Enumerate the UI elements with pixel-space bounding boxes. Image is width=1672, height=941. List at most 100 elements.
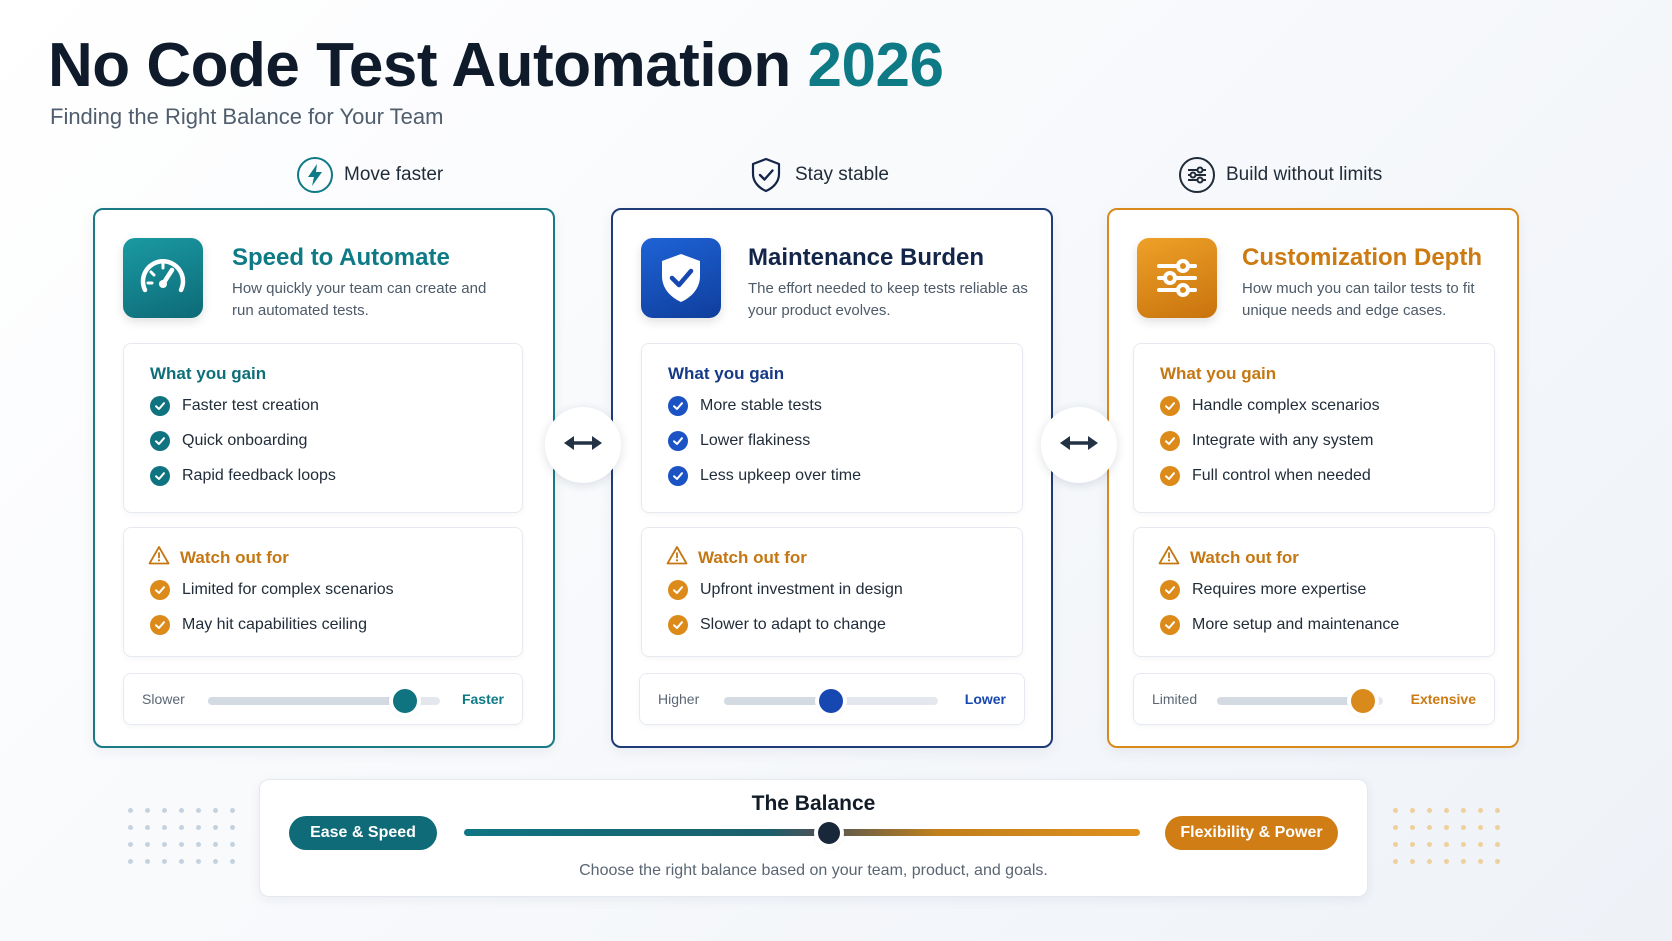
list-item-label: Integrate with any system: [1192, 432, 1374, 449]
shield-check-icon: [641, 238, 721, 318]
list-item: Full control when needed: [1160, 466, 1371, 486]
speed-slider[interactable]: Slower Faster: [123, 673, 523, 725]
sliders-icon: [1137, 238, 1217, 318]
slider-track[interactable]: [1217, 689, 1383, 713]
decorative-dot: [1427, 808, 1432, 813]
check-icon: [150, 615, 170, 635]
check-icon: [668, 466, 688, 486]
decorative-dot: [179, 808, 184, 813]
column-heading-stay-stable: Stay stable: [747, 156, 889, 194]
check-icon: [668, 431, 688, 451]
slider-knob[interactable]: [819, 689, 843, 713]
list-item: Upfront investment in design: [668, 580, 903, 600]
slider-min-label: Slower: [142, 691, 185, 707]
decorative-dot: [1478, 859, 1483, 864]
decorative-dot: [1444, 825, 1449, 830]
slider-max-label: Faster: [461, 691, 504, 707]
decorative-dot: [128, 842, 133, 847]
list-item-label: Requires more expertise: [1192, 581, 1367, 598]
list-item: Lower flakiness: [668, 431, 810, 451]
decorative-dot: [1393, 808, 1398, 813]
list-item: Quick onboarding: [150, 431, 307, 451]
gains-panel: What you gain More stable tests Lower fl…: [641, 343, 1023, 513]
decorative-dot: [1495, 859, 1500, 864]
decorative-dots-left: [128, 808, 236, 864]
ease-speed-pill: Ease & Speed: [289, 816, 437, 850]
column-heading-label: Stay stable: [795, 164, 889, 185]
decorative-dot: [230, 825, 235, 830]
check-icon: [1160, 580, 1180, 600]
card-title: Speed to Automate: [232, 244, 450, 271]
sliders-icon: [1178, 156, 1216, 194]
maintenance-slider[interactable]: Higher Lower: [639, 673, 1025, 725]
decorative-dot: [230, 859, 235, 864]
slider-knob[interactable]: [1351, 689, 1376, 713]
decorative-dot: [162, 808, 167, 813]
decorative-dot: [1478, 825, 1483, 830]
lightning-icon: [296, 156, 334, 194]
slider-fill: [1217, 697, 1364, 705]
watch-title: Watch out for: [1190, 548, 1299, 567]
slider-min-label: Limited: [1152, 691, 1198, 707]
column-heading-build-without-limits: Build without limits: [1178, 156, 1382, 194]
page-subtitle: Finding the Right Balance for Your Team: [50, 104, 444, 129]
tradeoff-connector-left: [545, 407, 621, 483]
check-icon: [1160, 615, 1180, 635]
decorative-dot: [162, 842, 167, 847]
list-item: Integrate with any system: [1160, 431, 1373, 451]
list-item-label: Lower flakiness: [700, 432, 811, 449]
balance-panel: The Balance Ease & Speed Flexibility & P…: [259, 779, 1368, 897]
slider-knob[interactable]: [393, 689, 418, 713]
decorative-dot: [1427, 859, 1432, 864]
decorative-dot: [1495, 842, 1500, 847]
card-description: How much you can tailor tests to fit uni…: [1242, 280, 1475, 319]
decorative-dot: [213, 842, 218, 847]
list-item: Slower to adapt to change: [668, 615, 886, 635]
card-maintenance-burden: Maintenance Burden The effort needed to …: [611, 208, 1053, 748]
column-heading-label: Build without limits: [1226, 164, 1383, 185]
watch-panel: Watch out for Limited for complex scenar…: [123, 527, 523, 657]
slider-track[interactable]: [724, 689, 938, 713]
balance-knob[interactable]: [818, 821, 841, 844]
list-item-label: Limited for complex scenarios: [182, 581, 394, 598]
decorative-dot: [1461, 808, 1466, 813]
check-icon: [150, 431, 170, 451]
decorative-dot: [1427, 842, 1432, 847]
list-item: More stable tests: [668, 396, 822, 416]
watch-panel: Watch out for Requires more expertise Mo…: [1133, 527, 1495, 657]
slider-track[interactable]: [208, 689, 440, 713]
decorative-dot: [1393, 859, 1398, 864]
check-icon: [1160, 431, 1180, 451]
decorative-dots-right: [1393, 808, 1501, 864]
card-description: The effort needed to keep tests reliable…: [748, 280, 1028, 319]
decorative-dot: [1427, 825, 1432, 830]
decorative-dot: [162, 825, 167, 830]
page-title: No Code Test Automation 2026: [48, 30, 944, 101]
balance-track[interactable]: [464, 821, 1140, 844]
decorative-dot: [196, 842, 201, 847]
card-title: Customization Depth: [1242, 244, 1482, 271]
decorative-dot: [179, 842, 184, 847]
list-item: More setup and maintenance: [1160, 615, 1399, 635]
check-icon: [1160, 466, 1180, 486]
decorative-dot: [128, 825, 133, 830]
decorative-dot: [179, 859, 184, 864]
gains-panel: What you gain Faster test creation Quick…: [123, 343, 523, 513]
customization-slider[interactable]: Limited Extensive: [1133, 673, 1495, 725]
list-item-label: May hit capabilities ceiling: [182, 616, 367, 633]
slider-max-label: Lower: [964, 691, 1006, 707]
decorative-dot: [1495, 825, 1500, 830]
gains-title: What you gain: [1160, 364, 1277, 383]
warning-icon: [1158, 545, 1180, 570]
balance-title: The Balance: [751, 792, 876, 815]
decorative-dot: [128, 808, 133, 813]
list-item: Handle complex scenarios: [1160, 396, 1380, 416]
list-item-label: Rapid feedback loops: [182, 467, 336, 484]
list-item: Limited for complex scenarios: [150, 580, 394, 600]
flexibility-power-pill: Flexibility & Power: [1165, 816, 1338, 850]
decorative-dot: [213, 808, 218, 813]
list-item: Less upkeep over time: [668, 466, 861, 486]
decorative-dot: [145, 842, 150, 847]
decorative-dot: [1478, 808, 1483, 813]
list-item-label: Handle complex scenarios: [1192, 397, 1380, 414]
